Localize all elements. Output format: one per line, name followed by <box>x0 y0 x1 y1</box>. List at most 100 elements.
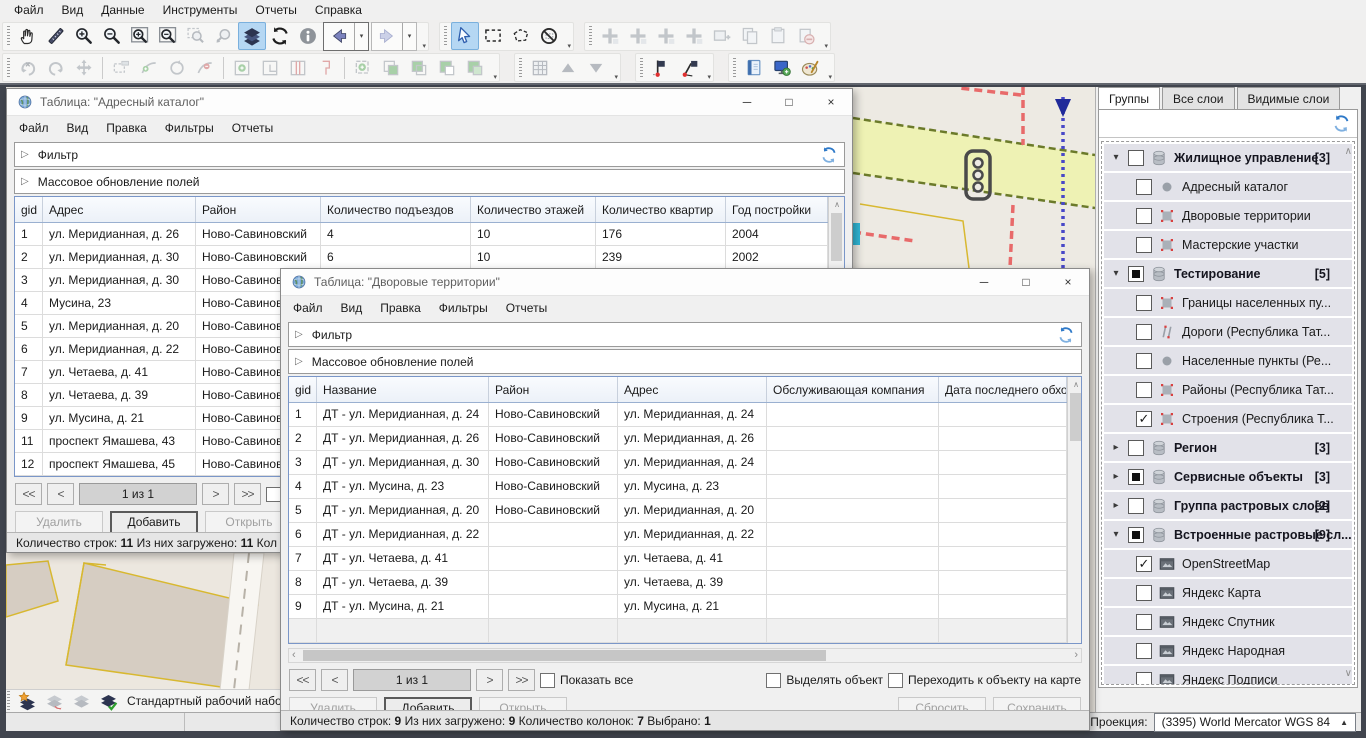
display-settings-button[interactable] <box>768 54 796 82</box>
visibility-checkbox[interactable]: ✓ <box>1136 411 1152 427</box>
minimize-button[interactable]: ─ <box>963 269 1005 295</box>
tree-layer-Границы населенных пу...[interactable]: Границы населенных пу... <box>1104 289 1352 316</box>
table-cell[interactable] <box>767 571 939 595</box>
table-cell[interactable] <box>489 571 618 595</box>
table-cell[interactable] <box>939 475 1067 499</box>
tree-layer-Мастерские участки[interactable]: Мастерские участки <box>1104 231 1352 258</box>
tree-layer-Яндекс Карта[interactable]: Яндекс Карта <box>1104 579 1352 606</box>
last-page-button[interactable]: >> <box>234 483 261 505</box>
clear-selection-button[interactable] <box>535 22 563 50</box>
tree-group-Группа растровых слоев[interactable]: ▸Группа растровых слоев[2] <box>1104 492 1352 519</box>
visibility-checkbox[interactable] <box>1136 179 1152 195</box>
scroll-right-icon[interactable]: › <box>1074 649 1078 662</box>
column-header-Адрес[interactable]: Адрес <box>618 377 767 402</box>
table-cell[interactable]: Ново-Савиновский <box>489 475 618 499</box>
table-cell[interactable]: ул. Мусина, д. 21 <box>43 407 196 430</box>
tree-layer-Яндекс Народная[interactable]: Яндекс Народная <box>1104 637 1352 664</box>
column-header-Район[interactable]: Район <box>489 377 618 402</box>
go-forward-dropdown[interactable]: ▾ <box>402 23 416 50</box>
table-row[interactable]: 2ул. Меридианная, д. 30Ново-Савиновский6… <box>15 246 828 269</box>
zoom-out-button[interactable] <box>98 22 126 50</box>
menu-item-Файл[interactable]: Файл <box>11 119 59 137</box>
expand-arrow-icon[interactable]: ▸ <box>1110 500 1122 511</box>
table-cell[interactable]: 176 <box>596 223 726 246</box>
tree-scroll-up[interactable]: ∧ <box>1345 146 1352 157</box>
collapse-arrow-icon[interactable]: ▾ <box>1110 529 1122 540</box>
table-cell[interactable]: 2004 <box>726 223 828 246</box>
tab-Видимые слои[interactable]: Видимые слои <box>1237 87 1341 109</box>
table-cell[interactable] <box>939 571 1067 595</box>
column-header-Год постройки[interactable]: Год постройки <box>726 197 828 222</box>
table-cell[interactable]: Мусина, 23 <box>43 292 196 315</box>
visibility-checkbox[interactable] <box>1136 324 1152 340</box>
menu-item-Данные[interactable]: Данные <box>93 1 154 19</box>
table-cell[interactable]: ул. Меридианная, д. 24 <box>618 451 767 475</box>
toolbar-overflow-icon[interactable]: ▾ <box>828 74 832 81</box>
column-header-Дата последнего обхода[interactable]: Дата последнего обхода <box>939 377 1067 402</box>
column-header-Количество этажей[interactable]: Количество этажей <box>471 197 596 222</box>
table-cell[interactable]: ул. Меридианная, д. 26 <box>618 427 767 451</box>
layers-visibility-button[interactable] <box>238 22 266 50</box>
first-page-button[interactable]: << <box>289 669 316 691</box>
menu-item-Правка[interactable]: Правка <box>98 119 157 137</box>
table-cell[interactable]: ДТ - ул. Четаева, д. 41 <box>317 547 489 571</box>
tree-layer-Строения (Республика Т...[interactable]: ✓Строения (Республика Т... <box>1104 405 1352 432</box>
tree-layer-Дороги (Республика Тат...[interactable]: Дороги (Республика Тат... <box>1104 318 1352 345</box>
visibility-checkbox[interactable] <box>1136 585 1152 601</box>
table-cell[interactable]: Ново-Савиновский <box>489 403 618 427</box>
menu-item-Фильтры[interactable]: Фильтры <box>157 119 224 137</box>
next-page-button[interactable]: > <box>476 669 503 691</box>
table-cell[interactable]: ДТ - ул. Меридианная, д. 22 <box>317 523 489 547</box>
table-cell[interactable] <box>939 403 1067 427</box>
refresh-icon[interactable] <box>820 146 838 164</box>
projection-select[interactable]: (3395) World Mercator WGS 84 ▲ <box>1154 713 1356 732</box>
table-cell[interactable] <box>489 547 618 571</box>
table-cell[interactable]: Ново-Савиновский <box>489 427 618 451</box>
toolbar-overflow-icon[interactable]: ▾ <box>614 74 618 81</box>
menu-item-Правка[interactable]: Правка <box>372 299 431 317</box>
menu-item-Файл[interactable]: Файл <box>6 1 54 19</box>
menu-item-Отчеты[interactable]: Отчеты <box>498 299 557 317</box>
notes-button[interactable] <box>740 54 768 82</box>
expand-arrow-icon[interactable]: ▷ <box>295 329 303 340</box>
toolbar-grip[interactable] <box>7 691 10 711</box>
show-all-checkbox[interactable] <box>540 673 555 688</box>
select-by-rectangle-button[interactable] <box>479 22 507 50</box>
collapse-arrow-icon[interactable]: ▾ <box>1110 152 1122 163</box>
table-cell[interactable]: ул. Меридианная, д. 22 <box>43 338 196 361</box>
menu-item-Файл[interactable]: Файл <box>285 299 333 317</box>
start-point-marker-button[interactable] <box>647 54 675 82</box>
visibility-checkbox[interactable] <box>1128 527 1144 543</box>
tree-group-Сервисные объекты[interactable]: ▸Сервисные объекты[3] <box>1104 463 1352 490</box>
table-cell[interactable]: Ново-Савиновский <box>489 451 618 475</box>
scrollbar-thumb[interactable] <box>831 213 842 261</box>
scroll-left-icon[interactable]: ‹ <box>292 649 296 662</box>
table-row[interactable]: 2ДТ - ул. Меридианная, д. 26Ново-Савинов… <box>289 427 1067 451</box>
scrollbar-thumb[interactable] <box>303 650 826 661</box>
tab-Все слои[interactable]: Все слои <box>1162 87 1235 109</box>
expand-arrow-icon[interactable]: ▷ <box>295 356 303 367</box>
expand-arrow-icon[interactable]: ▸ <box>1110 442 1122 453</box>
table-cell[interactable]: 9 <box>289 595 317 619</box>
visibility-checkbox[interactable] <box>1136 614 1152 630</box>
table-cell[interactable]: 4 <box>321 223 471 246</box>
map-canvas-top[interactable] <box>853 87 1095 268</box>
tree-scroll-down[interactable]: ∨ <box>1345 668 1352 679</box>
select-object-button[interactable] <box>451 22 479 50</box>
table-cell[interactable]: ДТ - ул. Четаева, д. 39 <box>317 571 489 595</box>
zoom-window-in-button[interactable] <box>126 22 154 50</box>
table-cell[interactable] <box>939 547 1067 571</box>
visibility-checkbox[interactable] <box>1136 237 1152 253</box>
zoom-window-out-button[interactable] <box>154 22 182 50</box>
table-cell[interactable]: 12 <box>15 453 43 476</box>
table-cell[interactable]: проспект Ямашева, 43 <box>43 430 196 453</box>
table-cell[interactable] <box>767 499 939 523</box>
tree-layer-Районы (Республика Тат...[interactable]: Районы (Республика Тат... <box>1104 376 1352 403</box>
visibility-checkbox[interactable] <box>1136 208 1152 224</box>
close-button[interactable]: × <box>810 89 852 115</box>
table-cell[interactable]: 5 <box>289 499 317 523</box>
table-cell[interactable] <box>767 427 939 451</box>
table-cell[interactable]: ул. Мусина, д. 23 <box>618 475 767 499</box>
object-info-button[interactable] <box>294 22 322 50</box>
end-point-marker-button[interactable] <box>675 54 703 82</box>
